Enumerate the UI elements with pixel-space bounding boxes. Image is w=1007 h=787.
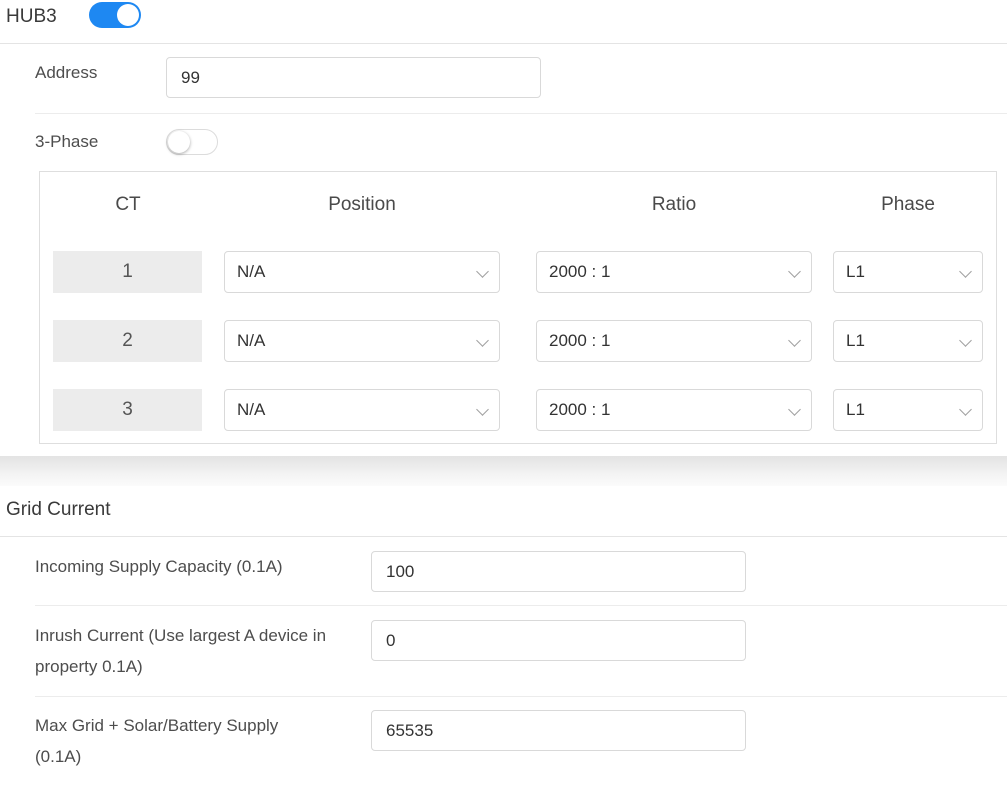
header-ratio: Ratio — [651, 194, 697, 215]
toggle-knob — [117, 4, 139, 26]
position-select[interactable]: N/A — [224, 320, 500, 362]
divider — [35, 696, 1007, 697]
ct-number-cell: 3 — [53, 389, 202, 431]
ratio-select[interactable]: 2000 : 1 — [536, 251, 812, 293]
max-grid-supply-label: Max Grid + Solar/Battery Supply (0.1A) — [35, 710, 278, 772]
phase-value: L1 — [846, 331, 865, 350]
ratio-value: 2000 : 1 — [549, 331, 611, 350]
chevron-down-icon — [476, 403, 489, 416]
ratio-select[interactable]: 2000 : 1 — [536, 389, 812, 431]
hub-title: HUB3 — [6, 6, 57, 27]
grid-current-header: Grid Current — [0, 486, 1007, 537]
toggle-knob — [168, 131, 190, 153]
position-select[interactable]: N/A — [224, 251, 500, 293]
ct-number-cell: 1 — [53, 251, 202, 293]
incoming-supply-label: Incoming Supply Capacity (0.1A) — [35, 551, 283, 582]
phase-select[interactable]: L1 — [833, 389, 983, 431]
max-grid-supply-input[interactable] — [371, 710, 746, 751]
header-ct: CT — [115, 194, 141, 215]
position-value: N/A — [237, 331, 266, 350]
header-position: Position — [328, 194, 396, 215]
phase-value: L1 — [846, 400, 865, 419]
position-select[interactable]: N/A — [224, 389, 500, 431]
hub-enable-toggle[interactable] — [89, 2, 141, 28]
chevron-down-icon — [476, 265, 489, 278]
label-line: (0.1A) — [35, 747, 82, 766]
three-phase-toggle[interactable] — [166, 129, 218, 155]
label-line: Max Grid + Solar/Battery Supply — [35, 716, 279, 735]
position-value: N/A — [237, 400, 266, 419]
label-line: property 0.1A) — [35, 657, 143, 676]
chevron-down-icon — [788, 265, 801, 278]
ct-number-cell: 2 — [53, 320, 202, 362]
chevron-down-icon — [788, 403, 801, 416]
ratio-select[interactable]: 2000 : 1 — [536, 320, 812, 362]
ct-table: CT Position Ratio Phase 1 N/A 2000 : 1 L… — [39, 171, 997, 444]
ratio-value: 2000 : 1 — [549, 262, 611, 281]
divider — [35, 113, 1007, 114]
chevron-down-icon — [959, 334, 972, 347]
section-separator — [0, 456, 1007, 486]
chevron-down-icon — [959, 265, 972, 278]
phase-select[interactable]: L1 — [833, 320, 983, 362]
address-input[interactable] — [166, 57, 541, 98]
phase-value: L1 — [846, 262, 865, 281]
three-phase-label: 3-Phase — [35, 132, 99, 151]
incoming-supply-input[interactable] — [371, 551, 746, 592]
label-line: Inrush Current (Use largest A device in — [35, 626, 327, 645]
chevron-down-icon — [476, 334, 489, 347]
address-label: Address — [35, 63, 98, 82]
chevron-down-icon — [959, 403, 972, 416]
divider — [35, 605, 1007, 606]
ratio-value: 2000 : 1 — [549, 400, 611, 419]
position-value: N/A — [237, 262, 266, 281]
grid-current-title: Grid Current — [6, 499, 111, 520]
hub-section-header: HUB3 — [0, 0, 1007, 44]
inrush-current-label: Inrush Current (Use largest A device in … — [35, 620, 326, 682]
inrush-current-input[interactable] — [371, 620, 746, 661]
phase-select[interactable]: L1 — [833, 251, 983, 293]
header-phase: Phase — [881, 194, 935, 215]
label-line: Incoming Supply Capacity (0.1A) — [35, 557, 283, 576]
chevron-down-icon — [788, 334, 801, 347]
